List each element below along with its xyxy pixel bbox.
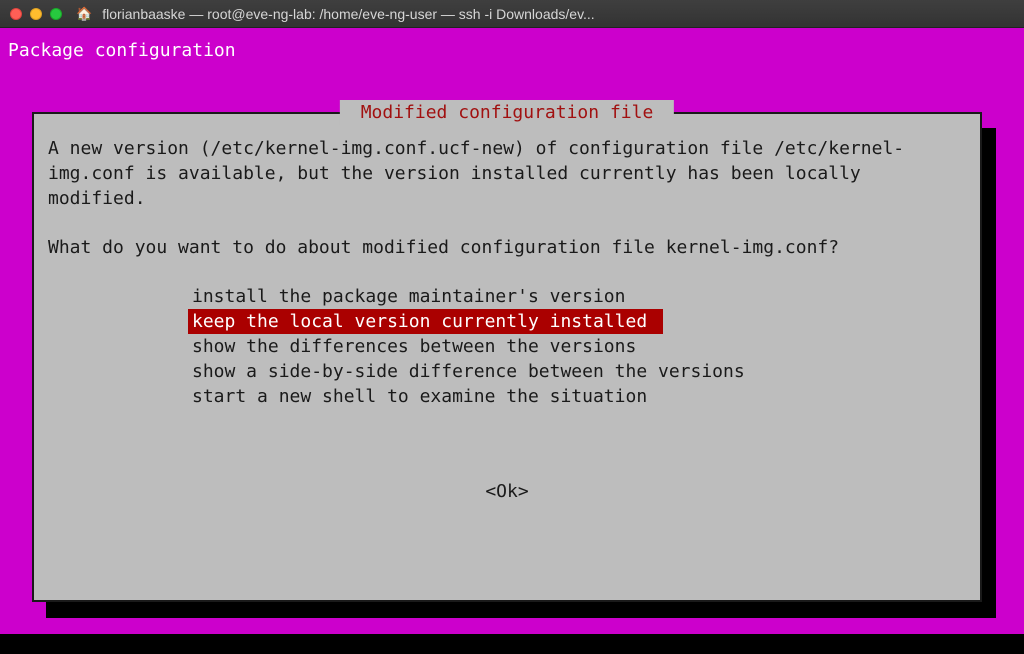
terminal-area[interactable]: Package configuration Modified configura… [0, 28, 1024, 654]
minimize-icon[interactable] [30, 8, 42, 20]
options-menu: install the package maintainer's version… [188, 284, 966, 409]
dialog-buttons: <Ok> [48, 479, 966, 504]
option-install-maintainer[interactable]: install the package maintainer's version [188, 284, 966, 309]
window-title: florianbaaske — root@eve-ng-lab: /home/e… [102, 6, 1014, 22]
option-start-shell[interactable]: start a new shell to examine the situati… [188, 384, 966, 409]
dialog-question: What do you want to do about modified co… [48, 235, 966, 260]
option-side-by-side[interactable]: show a side-by-side difference between t… [188, 359, 966, 384]
window-titlebar: 🏠 florianbaaske — root@eve-ng-lab: /home… [0, 0, 1024, 28]
close-icon[interactable] [10, 8, 22, 20]
ok-button[interactable]: <Ok> [481, 479, 532, 504]
dialog-body-text: A new version (/etc/kernel-img.conf.ucf-… [48, 136, 966, 211]
window-controls [10, 8, 62, 20]
option-show-diff[interactable]: show the differences between the version… [188, 334, 966, 359]
option-keep-local[interactable]: keep the local version currently install… [188, 309, 663, 334]
home-icon: 🏠 [76, 7, 92, 20]
screen-header: Package configuration [8, 38, 236, 63]
zoom-icon[interactable] [50, 8, 62, 20]
config-dialog: Modified configuration file A new versio… [32, 112, 982, 602]
dialog-title: Modified configuration file [340, 100, 674, 125]
terminal-bottom-strip [0, 634, 1024, 654]
